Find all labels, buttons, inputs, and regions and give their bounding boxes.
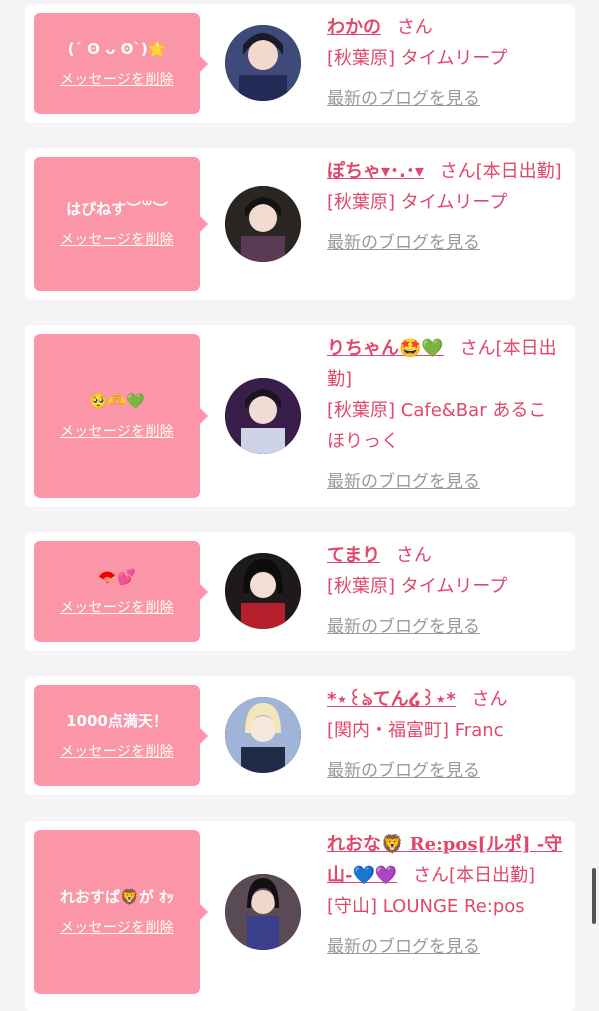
message-text: 1000点満天！	[66, 711, 168, 730]
honorific: さん[本日出勤]	[413, 865, 536, 886]
avatar[interactable]	[225, 697, 301, 773]
shop-area: [秋葉原] タイムリープ	[327, 576, 508, 597]
profile-info: てまり さん [秋葉原] タイムリープ 最新のブログを見る	[327, 540, 563, 643]
favorite-card: れおすぱ🦁が ｵｯ メッセージを削除 れおな🦁 Re:pos[ルポ] -守山-💙…	[25, 821, 575, 1011]
honorific: さん[本日出勤]	[439, 161, 562, 182]
delete-message-link[interactable]: メッセージを削除	[60, 742, 174, 762]
avatar[interactable]	[225, 25, 301, 101]
latest-blog-link[interactable]: 最新のブログを見る	[327, 932, 563, 963]
message-text: はぴねす︶꒳︶	[66, 200, 168, 218]
message-text: れおすぱ🦁が ｵｯ	[60, 888, 174, 906]
honorific: さん	[471, 689, 508, 710]
profile-name-link[interactable]: てまり	[327, 545, 380, 566]
profile-info: わかの さん [秋葉原] タイムリープ 最新のブログを見る	[327, 12, 563, 115]
message-bubble: 1000点満天！ メッセージを削除	[34, 685, 208, 786]
message-bubble: はぴねす︶꒳︶ メッセージを削除	[34, 157, 208, 291]
profile-name-link[interactable]: *⋆꒰ঌてん໒꒱⋆*	[327, 689, 456, 710]
scrollbar-thumb[interactable]	[592, 868, 596, 924]
profile-name-link[interactable]: わかの	[327, 17, 381, 38]
message-text: 🪭💕	[98, 567, 136, 586]
favorite-card: (ˊ ʘ ᴗ ʘˋ)🌟 メッセージを削除 わかの さん [秋葉原] タイムリープ…	[25, 4, 575, 123]
shop-area: [秋葉原] タイムリープ	[327, 48, 508, 69]
delete-message-link[interactable]: メッセージを削除	[60, 918, 174, 938]
avatar[interactable]	[225, 186, 301, 262]
profile-info: りちゃん🤩💚 さん[本日出勤] [秋葉原] Cafe&Bar あるこほりっく 最…	[327, 333, 563, 498]
delete-message-link[interactable]: メッセージを削除	[60, 70, 174, 90]
shop-area: [守山] LOUNGE Re:pos	[327, 896, 525, 917]
latest-blog-link[interactable]: 最新のブログを見る	[327, 84, 563, 115]
honorific: さん	[396, 17, 433, 38]
honorific: さん	[395, 545, 432, 566]
favorite-card: 🪭💕 メッセージを削除 てまり さん [秋葉原] タイムリープ 最新のブログを見…	[25, 532, 575, 651]
avatar[interactable]	[225, 378, 301, 454]
avatar[interactable]	[225, 874, 301, 950]
favorite-card: はぴねす︶꒳︶ メッセージを削除 ぽちゃ▾･.･▾ さん[本日出勤] [秋葉原]…	[25, 148, 575, 300]
profile-name-link[interactable]: ぽちゃ▾･.･▾	[327, 161, 424, 182]
delete-message-link[interactable]: メッセージを削除	[60, 422, 174, 442]
profile-info: ぽちゃ▾･.･▾ さん[本日出勤] [秋葉原] タイムリープ 最新のブログを見る	[327, 156, 563, 259]
message-bubble: れおすぱ🦁が ｵｯ メッセージを削除	[34, 830, 208, 994]
message-text: (ˊ ʘ ᴗ ʘˋ)🌟	[67, 39, 167, 58]
message-text: 🥺🫶💚	[88, 392, 146, 410]
delete-message-link[interactable]: メッセージを削除	[60, 230, 174, 250]
profile-name-link[interactable]: りちゃん🤩💚	[327, 338, 444, 359]
shop-area: [秋葉原] タイムリープ	[327, 192, 508, 213]
latest-blog-link[interactable]: 最新のブログを見る	[327, 612, 563, 643]
avatar[interactable]	[225, 553, 301, 629]
favorite-card: 1000点満天！ メッセージを削除 *⋆꒰ঌてん໒꒱⋆* さん [関内・福富町]…	[25, 676, 575, 795]
latest-blog-link[interactable]: 最新のブログを見る	[327, 467, 563, 498]
latest-blog-link[interactable]: 最新のブログを見る	[327, 756, 563, 787]
latest-blog-link[interactable]: 最新のブログを見る	[327, 228, 563, 259]
message-bubble: 🪭💕 メッセージを削除	[34, 541, 208, 642]
shop-area: [秋葉原] Cafe&Bar あるこほりっく	[327, 400, 547, 452]
delete-message-link[interactable]: メッセージを削除	[60, 598, 174, 618]
favorite-card: 🥺🫶💚 メッセージを削除 りちゃん🤩💚 さん[本日出勤] [秋葉原] Cafe&…	[25, 325, 575, 507]
message-bubble: (ˊ ʘ ᴗ ʘˋ)🌟 メッセージを削除	[34, 13, 208, 114]
profile-info: れおな🦁 Re:pos[ルポ] -守山-💙💜 さん[本日出勤] [守山] LOU…	[327, 829, 563, 963]
shop-area: [関内・福富町] Franc	[327, 720, 504, 741]
profile-info: *⋆꒰ঌてん໒꒱⋆* さん [関内・福富町] Franc 最新のブログを見る	[327, 684, 563, 787]
message-bubble: 🥺🫶💚 メッセージを削除	[34, 334, 208, 498]
